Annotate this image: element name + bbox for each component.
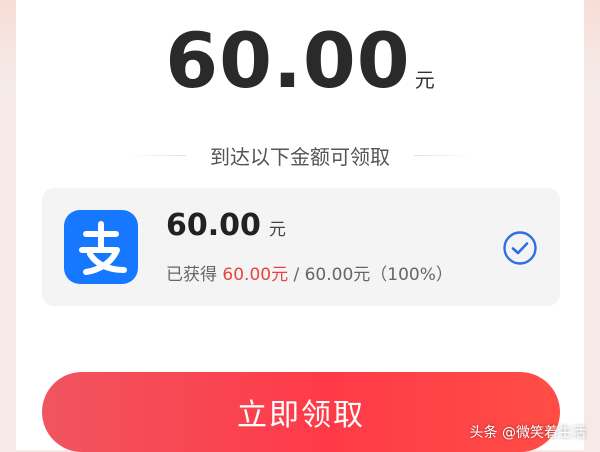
divider-left	[126, 154, 186, 156]
progress-rest: / 60.00元（100%）	[288, 265, 453, 285]
section-header: 到达以下金额可领取	[126, 142, 474, 169]
total-amount-unit: 元	[414, 68, 435, 92]
progress-prefix: 已获得	[166, 265, 217, 285]
reward-amount-unit: 元	[268, 220, 286, 240]
reward-amount: 60.00 元	[166, 208, 286, 243]
reward-option[interactable]: 60.00 元 已获得 60.00元 / 60.00元（100%）	[42, 188, 560, 306]
total-amount: 60.00 元	[16, 16, 584, 105]
progress-text: 已获得 60.00元 / 60.00元（100%）	[166, 260, 453, 285]
reward-card: 60.00 元 到达以下金额可领取 60.00 元 已获得 60.00元 / 60.…	[16, 0, 584, 452]
reward-amount-value: 60.00	[166, 208, 261, 243]
check-circle-icon[interactable]	[502, 230, 538, 266]
alipay-icon	[64, 210, 138, 284]
section-label: 到达以下金额可领取	[210, 144, 390, 169]
total-amount-value: 60.00	[165, 16, 411, 105]
divider-right	[414, 154, 474, 156]
progress-current: 60.00元	[222, 265, 289, 285]
watermark: 头条 @微笑着生活	[469, 425, 586, 441]
